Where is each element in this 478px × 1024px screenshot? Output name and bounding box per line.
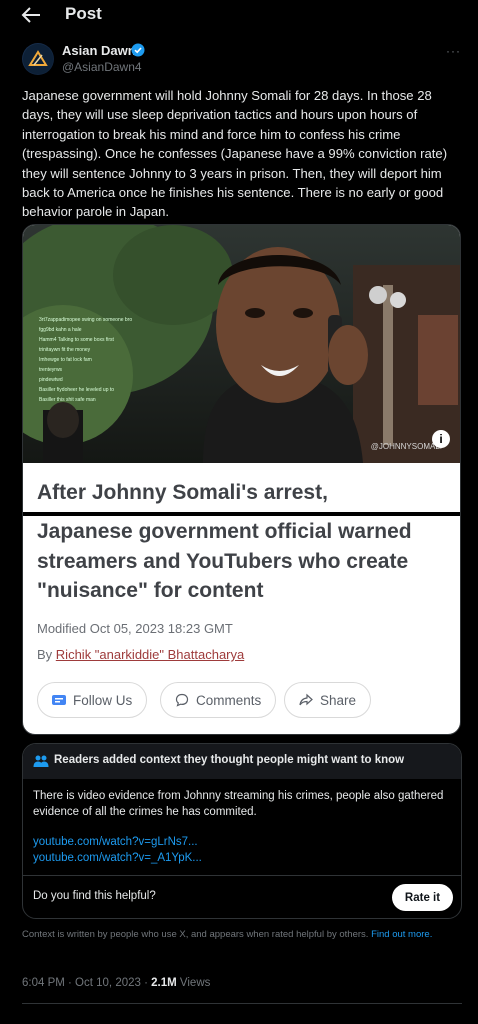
byline-prefix: By (37, 647, 53, 662)
context-disclaimer: Context is written by people who use X, … (22, 929, 462, 941)
article-modified-date: Modified Oct 05, 2023 18:23 GMT (37, 621, 233, 636)
share-button: Share (284, 682, 372, 718)
article-headline-top: After Johnny Somali's arrest, (37, 481, 328, 504)
chat-line: Basiller fiydoheer he leveled up to (39, 387, 115, 393)
verified-badge-icon (131, 43, 145, 57)
views-label: Views (179, 977, 211, 989)
community-note-header: Readers added context they thought peopl… (23, 744, 461, 779)
post-timestamp[interactable]: 6:04 PM · Oct 10, 2023 · (22, 977, 148, 989)
chat-line: fgg9bd kahn a hale (39, 327, 82, 333)
note-source-link[interactable]: youtube.com/watch?v=gLrNs7... (33, 836, 198, 848)
article-headline: Japanese government official warned stre… (37, 520, 412, 602)
video-thumbnail[interactable]: 3rt7zappadimopee swing on someone bro fg… (23, 225, 460, 463)
share-label: Share (320, 692, 357, 708)
page-title: Post (65, 4, 102, 23)
video-handle-overlay: @JOHNNYSOMALI (370, 442, 442, 451)
community-note-body: There is video evidence from Johnny stre… (33, 790, 444, 818)
comments-label: Comments (196, 692, 262, 708)
chat-line: trenteyrws (39, 367, 63, 373)
post-meta: 6:04 PM · Oct 10, 2023 · 2.1M Views (22, 977, 210, 989)
chat-line: trinitaywn fit the money (39, 347, 91, 353)
article-byline: By Richik "anarkiddie" Bhattacharya (37, 647, 244, 662)
share-arrow-icon (299, 693, 313, 706)
more-options-button[interactable]: ··· (446, 44, 461, 58)
comment-bubble-icon (175, 693, 189, 707)
divider (22, 1003, 462, 1004)
follow-us-label: Follow Us (73, 692, 133, 708)
info-icon[interactable]: i (432, 430, 450, 448)
disclaimer-text: Context is written by people who use X, … (22, 929, 369, 940)
tweet-text: Japanese government will hold Johnny Som… (22, 88, 448, 220)
chat-overlay: 3rt7zappadimopee swing on someone bro fg… (39, 315, 169, 405)
avatar[interactable] (22, 43, 54, 75)
image-divider (23, 512, 460, 516)
google-news-icon (52, 695, 66, 705)
chat-line: Hamm4 Talking to some boxs first (39, 337, 114, 343)
author-name[interactable]: Asian Dawn (62, 43, 136, 58)
avatar-logo-icon (23, 44, 53, 74)
arrow-left-icon[interactable] (20, 5, 42, 25)
divider (23, 875, 461, 876)
top-bar: Post (0, 0, 478, 30)
media-card[interactable]: 3rt7zappadimopee swing on someone bro fg… (22, 224, 461, 735)
views-count: 2.1M (151, 977, 177, 989)
note-source-link[interactable]: youtube.com/watch?v=_A1YpK... (33, 852, 202, 864)
chat-line: 3rt7zappadimopee swing on someone bro (39, 317, 133, 323)
chat-line: Imhewge to fat lock fam (39, 357, 92, 363)
author-handle[interactable]: @AsianDawn4 (62, 60, 142, 74)
find-out-more-link[interactable]: Find out more. (371, 929, 432, 940)
chat-line: Basiller this shit safe man (39, 397, 96, 403)
helpful-question: Do you find this helpful? (33, 890, 156, 902)
follow-us-button: Follow Us (37, 682, 148, 718)
people-icon (33, 755, 49, 767)
community-note-title: Readers added context they thought peopl… (54, 754, 405, 766)
rate-it-button[interactable]: Rate it (392, 884, 453, 911)
chat-line: pindewtwd (39, 377, 63, 383)
community-note: Readers added context they thought peopl… (22, 743, 462, 919)
comments-button: Comments (160, 682, 277, 718)
byline-author-link: Richik "anarkiddie" Bhattacharya (55, 647, 245, 662)
